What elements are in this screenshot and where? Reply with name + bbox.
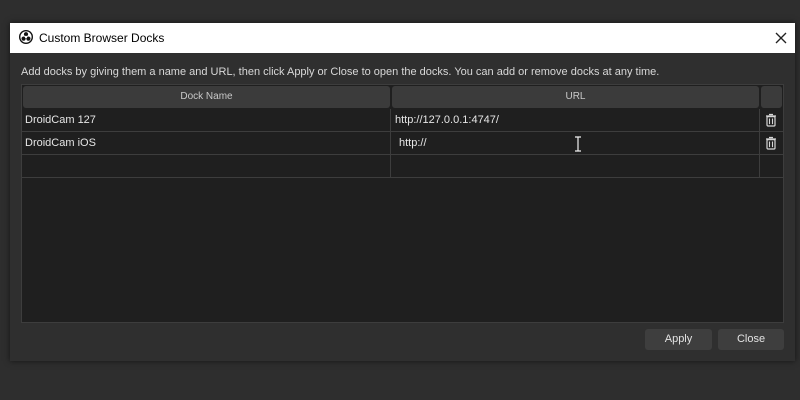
dock-name-cell[interactable]: DroidCam iOS [22,132,391,154]
close-icon[interactable] [767,24,795,52]
instructions-text: Add docks by giving them a name and URL,… [21,66,660,78]
table-row: DroidCam 127 http://127.0.0.1:4747/ [22,109,783,132]
window-title: Custom Browser Docks [39,31,165,45]
column-header-url[interactable]: URL [392,86,759,108]
delete-dock-button[interactable] [760,109,783,131]
text-cursor-icon [574,136,582,157]
column-header-actions [761,86,782,108]
dock-url-cell[interactable] [391,155,760,177]
close-button[interactable]: Close [718,329,784,350]
empty-action-cell [760,155,783,177]
docks-table: Dock Name URL DroidCam 127 http://127.0.… [21,84,784,323]
column-header-dock-name[interactable]: Dock Name [23,86,390,108]
dock-url-cell[interactable]: http://127.0.0.1:4747/ [391,109,760,131]
obs-logo-icon [19,30,33,44]
title-bar[interactable]: Custom Browser Docks [10,23,795,53]
delete-dock-button[interactable] [760,132,783,154]
custom-browser-docks-dialog: Custom Browser Docks Add docks by giving… [10,23,795,361]
dock-name-cell[interactable] [22,155,391,177]
dock-name-cell[interactable]: DroidCam 127 [22,109,391,131]
table-row: DroidCam iOS http:// [22,132,783,155]
table-row [22,155,783,178]
apply-button[interactable]: Apply [645,329,712,350]
